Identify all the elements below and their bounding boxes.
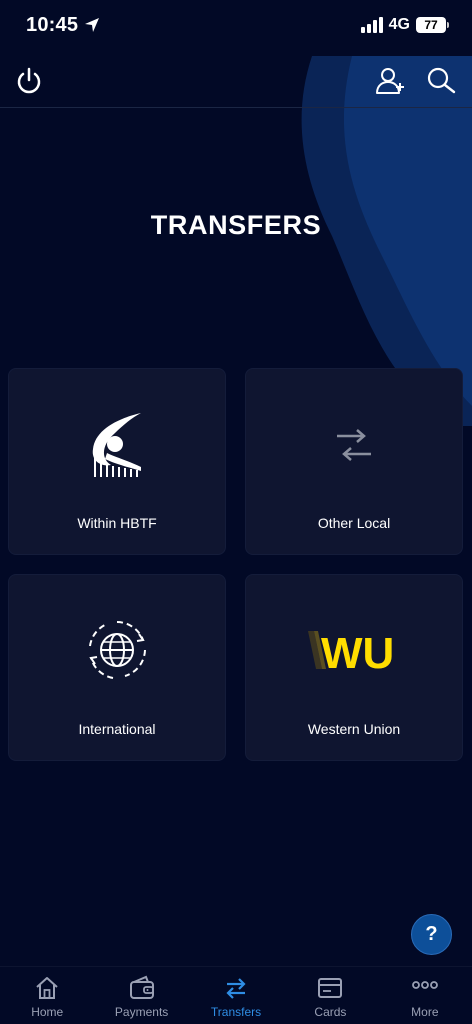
- tab-label: Payments: [114, 1005, 169, 1019]
- western-union-logo: WU: [308, 629, 394, 675]
- battery-indicator: 77: [416, 17, 449, 33]
- signal-icon: [360, 17, 383, 33]
- power-icon[interactable]: [14, 66, 44, 96]
- tab-cards[interactable]: Cards: [283, 967, 377, 1024]
- tab-home[interactable]: Home: [0, 967, 94, 1024]
- tile-label: International: [78, 721, 156, 737]
- more-dots-icon: [411, 981, 438, 989]
- tab-label: Home: [31, 1005, 64, 1019]
- wallet-icon: [129, 975, 154, 999]
- tile-label: Western Union: [307, 721, 401, 737]
- search-icon[interactable]: [425, 65, 457, 97]
- page-title: TRANSFERS: [150, 210, 322, 240]
- network-type: 4G: [388, 16, 410, 33]
- other-local-tile[interactable]: Other Local: [245, 368, 463, 555]
- wu-logo-text: WU: [321, 629, 394, 675]
- globe-icon: [89, 621, 146, 679]
- tab-label: Transfers: [210, 1005, 262, 1019]
- hbtf-logo-icon: [92, 413, 141, 477]
- tab-payments[interactable]: Payments: [94, 967, 188, 1024]
- help-button[interactable]: ?: [411, 914, 452, 955]
- location-arrow-icon: [85, 18, 100, 32]
- status-time: 10:45: [26, 13, 79, 36]
- transfer-icon: [226, 978, 246, 999]
- swap-arrows-icon: [337, 429, 371, 461]
- tile-label: Other Local: [317, 515, 391, 531]
- tab-more[interactable]: More: [378, 967, 472, 1024]
- home-icon: [36, 977, 58, 999]
- international-tile[interactable]: International: [8, 574, 226, 761]
- tab-bar: Home Payments Transfers Cards More: [0, 966, 472, 1024]
- western-union-tile[interactable]: WU Western Union: [245, 574, 463, 761]
- within-hbtf-tile[interactable]: Within HBTF: [8, 368, 226, 555]
- card-icon: [318, 978, 343, 998]
- add-user-icon[interactable]: [374, 65, 406, 97]
- battery-level: 77: [424, 18, 438, 32]
- status-bar: 10:45 4G 77: [0, 0, 472, 50]
- tile-label: Within HBTF: [77, 515, 157, 531]
- app-header: [0, 56, 472, 108]
- tab-label: More: [411, 1005, 439, 1019]
- tab-transfers[interactable]: Transfers: [189, 967, 283, 1024]
- help-label: ?: [425, 923, 438, 945]
- tab-label: Cards: [314, 1005, 347, 1019]
